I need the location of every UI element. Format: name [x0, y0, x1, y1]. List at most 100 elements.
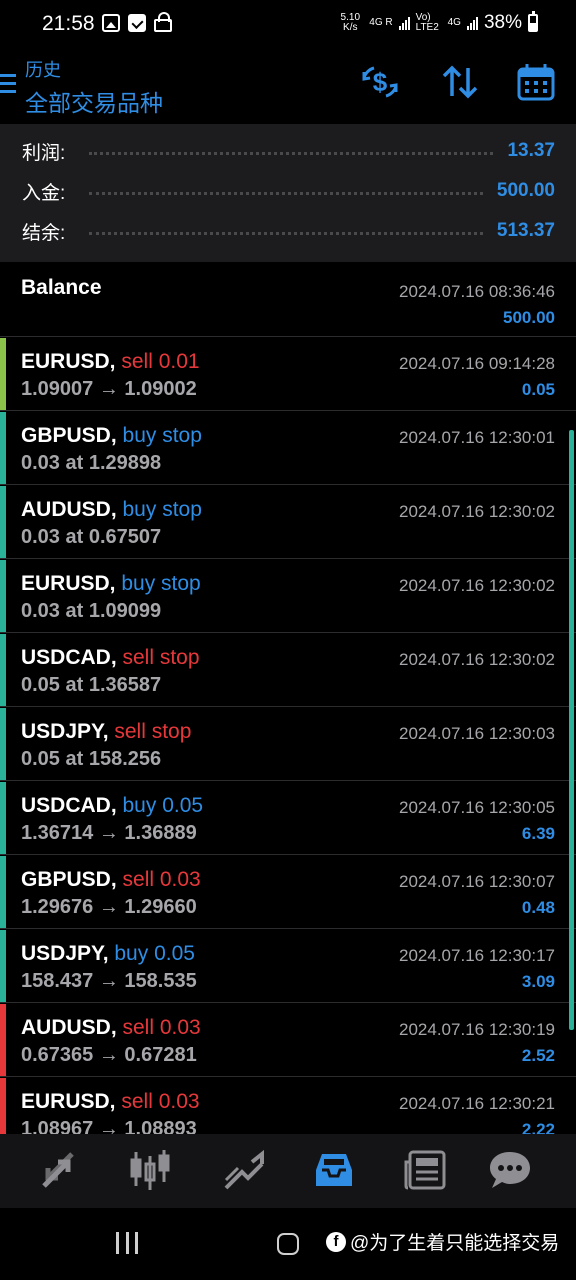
row-time: 2024.07.16 12:30:03 — [399, 724, 555, 743]
balance-label: 结余: — [22, 222, 66, 244]
row-time: 2024.07.16 09:14:28 — [399, 354, 555, 373]
system-navigation: f @为了生着只能选择交易 — [0, 1208, 576, 1280]
row-detail: 1.36714 → 1.36889 — [21, 822, 197, 844]
row-detail: 0.05 at 158.256 — [21, 748, 162, 770]
row-time: 2024.07.16 08:36:46 — [399, 282, 555, 301]
calendar-button[interactable] — [516, 62, 556, 102]
nav-history-button[interactable] — [312, 1148, 356, 1192]
row-symbol: EURUSD, sell 0.01 — [21, 350, 200, 373]
list-item[interactable]: AUDUSD, sell 0.03 0.67365 → 0.67281 2024… — [0, 1004, 576, 1077]
nav-chart-button[interactable] — [128, 1148, 172, 1192]
watermark: f @为了生着只能选择交易 — [326, 1228, 559, 1255]
row-detail: 158.437 → 158.535 — [21, 970, 197, 992]
row-action: buy stop — [116, 498, 202, 521]
list-item[interactable]: EURUSD, sell 0.01 1.09007 → 1.09002 2024… — [0, 338, 576, 411]
list-item[interactable]: EURUSD, sell 0.03 1.08967 → 1.08893 2024… — [0, 1078, 576, 1134]
row-time: 2024.07.16 12:30:02 — [399, 502, 555, 521]
network-speed: 5.10 K/s — [340, 12, 361, 33]
row-action: sell stop — [116, 646, 200, 669]
row-action: sell 0.01 — [115, 350, 200, 373]
summary-panel: 利润: 13.37 入金: 500.00 结余: 513.37 — [0, 124, 576, 262]
scrollbar[interactable] — [569, 430, 574, 1030]
row-action: buy 0.05 — [108, 942, 195, 965]
list-item[interactable]: GBPUSD, sell 0.03 1.29676 → 1.29660 2024… — [0, 856, 576, 929]
row-action: sell 0.03 — [115, 1090, 200, 1113]
list-item[interactable]: AUDUSD, buy stop 0.03 at 0.67507 2024.07… — [0, 486, 576, 559]
order-indicator-bar — [0, 412, 6, 484]
row-symbol: GBPUSD, sell 0.03 — [21, 868, 201, 891]
page-subtitle[interactable]: 历史 — [25, 56, 61, 82]
sort-button[interactable] — [440, 62, 480, 102]
list-item[interactable]: GBPUSD, buy stop 0.03 at 1.29898 2024.07… — [0, 412, 576, 485]
menu-icon[interactable] — [0, 74, 16, 94]
row-action: sell stop — [108, 720, 192, 743]
row-profit: 2.22 — [521, 1120, 555, 1134]
facebook-logo-icon: f — [326, 1231, 346, 1252]
profit-indicator-bar — [0, 930, 6, 1002]
dotted-leader — [89, 151, 494, 155]
symbol-filter[interactable]: 全部交易品种 — [25, 84, 163, 118]
profit-indicator-bar — [0, 856, 6, 928]
status-indicators: 5.10 K/s 4G R Vo) LTE2 4G 38% — [337, 11, 538, 34]
list-item[interactable]: USDJPY, buy 0.05 158.437 → 158.535 2024.… — [0, 930, 576, 1003]
row-symbol: Balance — [21, 276, 102, 299]
profit-indicator-bar — [0, 1004, 6, 1076]
row-time: 2024.07.16 12:30:02 — [399, 576, 555, 595]
nav-trade-button[interactable] — [222, 1148, 266, 1192]
row-detail: 0.03 at 0.67507 — [21, 526, 162, 548]
row-profit: 2.52 — [521, 1046, 555, 1065]
deposit-value: 500.00 — [496, 180, 555, 201]
order-indicator-bar — [0, 708, 6, 780]
row-time: 2024.07.16 12:30:05 — [399, 798, 555, 817]
row-symbol: AUDUSD, sell 0.03 — [21, 1016, 201, 1039]
trade-arrows-icon — [42, 1152, 74, 1188]
row-profit: 500.00 — [503, 308, 555, 327]
recent-apps-button[interactable] — [116, 1232, 138, 1254]
sim1-label: 4G R — [369, 17, 393, 28]
nav-news-button[interactable] — [404, 1148, 448, 1192]
list-item[interactable]: USDJPY, sell stop 0.05 at 158.256 2024.0… — [0, 708, 576, 781]
nav-quotes-button[interactable] — [36, 1148, 80, 1192]
row-detail: 0.05 at 1.36587 — [21, 674, 162, 696]
deposit-row: 入金: 500.00 — [22, 176, 555, 206]
profit-indicator-bar — [0, 1078, 6, 1134]
signal-icon — [466, 16, 478, 30]
order-indicator-bar — [0, 634, 6, 706]
status-bar: 21:58 5.10 K/s 4G R Vo) LTE2 4G 38% — [0, 0, 576, 48]
calendar-icon — [517, 64, 555, 101]
row-time: 2024.07.16 12:30:17 — [399, 946, 555, 965]
list-item[interactable]: USDCAD, buy 0.05 1.36714 → 1.36889 2024.… — [0, 782, 576, 855]
row-detail: 1.08967 → 1.08893 — [21, 1118, 197, 1134]
volte-label: Vo) LTE2 — [415, 12, 439, 33]
svg-text:$: $ — [373, 67, 388, 97]
row-action: sell 0.03 — [116, 868, 201, 891]
row-detail: 0.03 at 1.29898 — [21, 452, 162, 474]
profit-value: 13.37 — [507, 140, 555, 161]
list-item[interactable]: USDCAD, sell stop 0.05 at 1.36587 2024.0… — [0, 634, 576, 707]
order-indicator-bar — [0, 560, 6, 632]
deposit-label: 入金: — [22, 182, 66, 204]
row-symbol: USDJPY, sell stop — [21, 720, 192, 743]
watermark-text: @为了生着只能选择交易 — [350, 1233, 560, 1254]
profit-indicator-bar — [0, 782, 6, 854]
chart-line-icon — [224, 1149, 264, 1190]
nav-chat-button[interactable] — [488, 1148, 532, 1192]
row-action: sell 0.03 — [116, 1016, 201, 1039]
row-symbol: USDCAD, buy 0.05 — [21, 794, 204, 817]
row-time: 2024.07.16 12:30:21 — [399, 1094, 555, 1113]
list-item[interactable]: Balance 2024.07.16 08:36:46 500.00 — [0, 264, 576, 337]
row-detail: 0.67365 → 0.67281 — [21, 1044, 197, 1066]
row-time: 2024.07.16 12:30:02 — [399, 650, 555, 669]
row-time: 2024.07.16 12:30:19 — [399, 1020, 555, 1039]
list-item[interactable]: EURUSD, buy stop 0.03 at 1.09099 2024.07… — [0, 560, 576, 633]
row-symbol: GBPUSD, buy stop — [21, 424, 202, 447]
row-profit: 3.09 — [521, 972, 555, 991]
row-action: buy stop — [115, 572, 201, 595]
chat-icon — [490, 1152, 530, 1188]
home-button[interactable] — [277, 1233, 299, 1255]
row-symbol: EURUSD, sell 0.03 — [21, 1090, 200, 1113]
notification-icons — [102, 12, 172, 32]
deals-toggle-button[interactable]: $ — [360, 62, 400, 102]
row-time: 2024.07.16 12:30:01 — [399, 428, 555, 447]
row-symbol: AUDUSD, buy stop — [21, 498, 202, 521]
